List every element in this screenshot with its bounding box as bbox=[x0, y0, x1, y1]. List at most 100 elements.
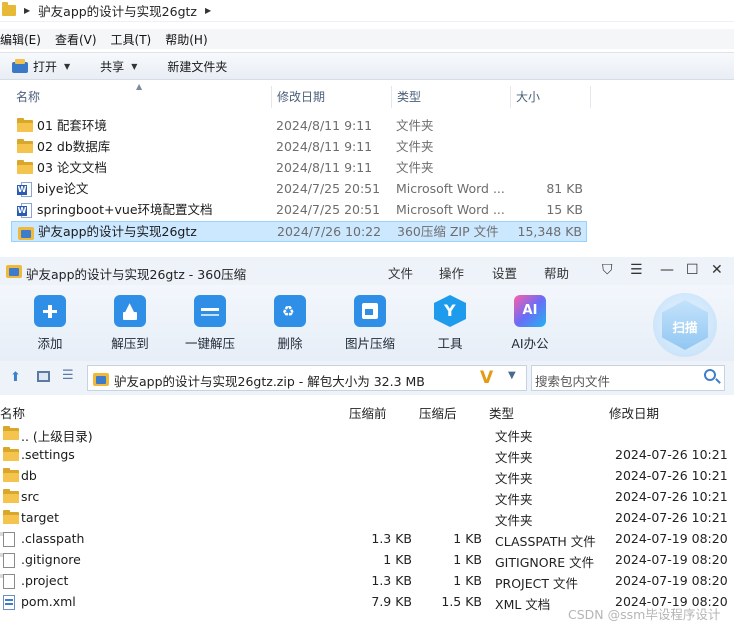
file-row[interactable]: 02 db数据库 2024/8/11 9:11 文件夹 bbox=[11, 137, 587, 158]
entry-type: 文件夹 bbox=[495, 492, 533, 507]
archive-row[interactable]: db 文件夹 2024-07-26 10:21 bbox=[0, 465, 734, 486]
column-header-date[interactable]: 修改日期 bbox=[271, 84, 325, 110]
toolbar-button-delete[interactable]: ♻ 删除 bbox=[260, 295, 320, 352]
column-header-name[interactable]: 名称 bbox=[0, 403, 25, 422]
file-date: 2024/8/11 9:11 bbox=[276, 118, 373, 133]
file-type: Microsoft Word ... bbox=[396, 181, 505, 196]
file-type: Microsoft Word ... bbox=[396, 202, 505, 217]
toolbar-button-label: 一键解压 bbox=[184, 336, 235, 351]
menu-list-icon[interactable]: ☰ bbox=[630, 262, 643, 278]
toolbar-button-one-click-extract[interactable]: 一键解压 bbox=[180, 295, 240, 352]
verified-v-icon[interactable]: V bbox=[480, 368, 493, 388]
chevron-down-icon: ▼ bbox=[131, 61, 138, 71]
entry-type: GITIGNORE 文件 bbox=[495, 555, 595, 570]
maximize-icon[interactable]: ☐ bbox=[686, 262, 699, 278]
thumbnail-view-icon[interactable] bbox=[37, 371, 50, 382]
entry-compressed-size: 1 KB bbox=[453, 552, 482, 567]
minimize-icon[interactable]: — bbox=[660, 262, 674, 278]
chevron-down-icon[interactable]: ▼ bbox=[508, 370, 516, 381]
column-divider[interactable] bbox=[590, 86, 591, 108]
column-header-type[interactable]: 类型 bbox=[391, 84, 421, 110]
column-header-original-size[interactable]: 压缩前 bbox=[349, 403, 387, 422]
up-arrow-icon[interactable]: ⬆ bbox=[10, 370, 21, 385]
toolbar-button-extract-to[interactable]: ▲ 解压到 bbox=[100, 295, 160, 352]
archive-row[interactable]: .classpath 1.3 KB 1 KB CLASSPATH 文件 2024-07-… bbox=[0, 528, 734, 549]
file-type: 360压缩 ZIP 文件 bbox=[397, 224, 499, 239]
one-click-extract-icon bbox=[194, 295, 226, 327]
scan-button[interactable]: 扫描 bbox=[653, 293, 717, 357]
archive-row[interactable]: target 文件夹 2024-07-26 10:21 bbox=[0, 507, 734, 528]
file-name: 01 配套环境 bbox=[37, 118, 107, 133]
entry-original-size: 1.3 KB bbox=[371, 573, 412, 588]
menu-settings[interactable]: 设置 bbox=[492, 263, 517, 282]
toolbar-button-ai-office[interactable]: AI AI办公 bbox=[500, 295, 560, 352]
zip-archive-window: 驴友app的设计与实现26gtz - 360压缩 文件 操作 设置 帮助 ⛉ ☰… bbox=[0, 257, 734, 624]
entry-type: CLASSPATH 文件 bbox=[495, 534, 596, 549]
column-header-type[interactable]: 类型 bbox=[489, 403, 514, 422]
path-field[interactable]: 驴友app的设计与实现26gtz.zip - 解包大小为 32.3 MB V ▼ bbox=[87, 365, 527, 391]
file-date: 2024/7/25 20:51 bbox=[276, 202, 381, 217]
file-row[interactable]: Wspringboot+vue环境配置文档 2024/7/25 20:51 Micr… bbox=[11, 200, 587, 221]
toolbar-button-tools[interactable]: Y 工具 bbox=[420, 295, 480, 352]
menu-help[interactable]: 帮助 bbox=[544, 263, 569, 282]
toolbar-button-label: 删除 bbox=[277, 336, 303, 351]
list-view-icon[interactable]: ☰ bbox=[62, 368, 74, 383]
chevron-right-icon[interactable]: ▶ bbox=[205, 6, 211, 15]
share-button[interactable]: 共享 ▼ bbox=[100, 58, 137, 75]
archive-row[interactable]: .. (上级目录) 文件夹 bbox=[0, 423, 734, 444]
archive-row[interactable]: .gitignore 1 KB 1 KB GITIGNORE 文件 2024-07-19… bbox=[0, 549, 734, 570]
column-header-size[interactable]: 大小 bbox=[510, 84, 540, 110]
entry-type: 文件夹 bbox=[495, 513, 533, 528]
extract-to-icon: ▲ bbox=[114, 295, 146, 327]
column-header-date[interactable]: 修改日期 bbox=[609, 403, 659, 422]
menu-bar: 编辑(E) 查看(V) 工具(T) 帮助(H) bbox=[0, 29, 734, 49]
entry-date: 2024-07-26 10:21 bbox=[615, 468, 728, 483]
file-row[interactable]: 01 配套环境 2024/8/11 9:11 文件夹 bbox=[11, 116, 587, 137]
open-label: 打开 bbox=[33, 59, 58, 74]
entry-name: .gitignore bbox=[21, 552, 81, 567]
search-input[interactable]: 搜索包内文件 bbox=[531, 365, 725, 391]
file-row[interactable]: Wbiye论文 2024/7/25 20:51 Microsoft Word ...… bbox=[11, 179, 587, 200]
entry-name: src bbox=[21, 489, 40, 504]
archive-row[interactable]: src 文件夹 2024-07-26 10:21 bbox=[0, 486, 734, 507]
share-label: 共享 bbox=[100, 59, 125, 74]
column-header-name[interactable]: 名称 bbox=[10, 84, 40, 110]
file-row[interactable]: 驴友app的设计与实现26gtz 2024/7/26 10:22 360压缩 ZIP… bbox=[11, 221, 587, 242]
add-icon bbox=[34, 295, 66, 327]
entry-original-size: 1.3 KB bbox=[371, 531, 412, 546]
tools-icon: Y bbox=[434, 295, 466, 327]
breadcrumb-current-folder[interactable]: 驴友app的设计与实现26gtz bbox=[38, 1, 197, 20]
entry-compressed-size: 1 KB bbox=[453, 573, 482, 588]
address-bar[interactable]: ▶ 驴友app的设计与实现26gtz ▶ bbox=[0, 0, 734, 22]
open-button[interactable]: 打开 ▼ bbox=[12, 58, 70, 75]
new-folder-button[interactable]: 新建文件夹 bbox=[167, 58, 227, 75]
entry-date: 2024-07-26 10:21 bbox=[615, 510, 728, 525]
menu-file[interactable]: 文件 bbox=[388, 263, 413, 282]
file-row[interactable]: 03 论文文档 2024/8/11 9:11 文件夹 bbox=[11, 158, 587, 179]
file-name: 02 db数据库 bbox=[37, 139, 111, 154]
file-name: 03 论文文档 bbox=[37, 160, 107, 175]
archive-row[interactable]: .project 1.3 KB 1 KB PROJECT 文件 2024-07-19 0… bbox=[0, 570, 734, 591]
delete-icon: ♻ bbox=[274, 295, 306, 327]
menu-tools[interactable]: 工具(T) bbox=[111, 31, 152, 48]
entry-date: 2024-07-26 10:21 bbox=[615, 489, 728, 504]
menu-help[interactable]: 帮助(H) bbox=[165, 31, 207, 48]
toolbar-button-image-compress[interactable]: 图片压缩 bbox=[340, 295, 400, 352]
skin-icon[interactable]: ⛉ bbox=[602, 262, 613, 278]
file-date: 2024/7/25 20:51 bbox=[276, 181, 381, 196]
archive-path: 驴友app的设计与实现26gtz.zip - 解包大小为 32.3 MB bbox=[114, 374, 425, 389]
chevron-right-icon[interactable]: ▶ bbox=[24, 6, 30, 15]
toolbar-button-add[interactable]: 添加 bbox=[20, 295, 80, 352]
archive-row[interactable]: .settings 文件夹 2024-07-26 10:21 bbox=[0, 444, 734, 465]
menu-view[interactable]: 查看(V) bbox=[55, 31, 97, 48]
column-header-compressed-size[interactable]: 压缩后 bbox=[419, 403, 457, 422]
entry-type: XML 文档 bbox=[495, 597, 551, 612]
close-icon[interactable]: ✕ bbox=[711, 262, 723, 278]
menu-edit[interactable]: 编辑(E) bbox=[0, 31, 41, 48]
new-folder-label: 新建文件夹 bbox=[167, 59, 228, 74]
toolbar-button-label: 工具 bbox=[437, 336, 463, 351]
entry-type: 文件夹 bbox=[495, 471, 533, 486]
search-icon-handle bbox=[715, 378, 721, 384]
toolbar-button-label: AI办公 bbox=[511, 336, 549, 351]
menu-operations[interactable]: 操作 bbox=[439, 263, 464, 282]
